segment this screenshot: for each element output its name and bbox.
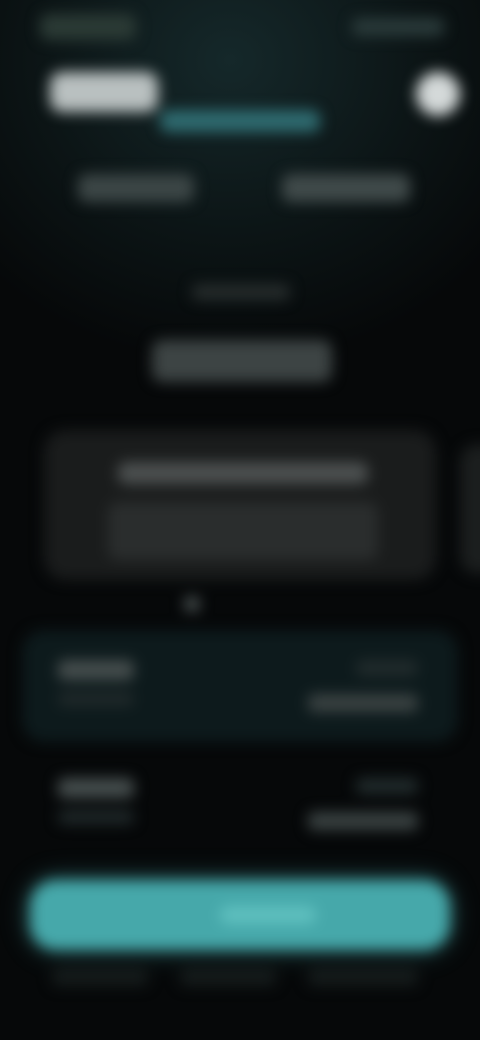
nav-item[interactable] — [180, 968, 276, 986]
nav-item[interactable] — [308, 968, 418, 986]
tab-left[interactable] — [78, 174, 194, 202]
asset-name — [58, 778, 134, 798]
primary-action-label — [220, 906, 316, 924]
asset-row[interactable] — [22, 630, 458, 742]
promo-text — [108, 502, 378, 560]
asset-price — [356, 660, 418, 676]
tab-right[interactable] — [282, 174, 410, 202]
asset-amount — [308, 694, 418, 712]
asset-price — [356, 778, 418, 794]
promo-card[interactable] — [44, 430, 436, 580]
app-screen — [0, 0, 480, 1040]
balance-label — [192, 284, 290, 300]
balance-value — [152, 340, 332, 382]
bottom-nav — [0, 962, 480, 1002]
account-selector[interactable] — [160, 110, 320, 132]
primary-action-button[interactable] — [30, 880, 450, 950]
asset-row[interactable] — [22, 748, 458, 860]
status-icons — [352, 18, 444, 36]
blurred-content — [0, 0, 480, 1040]
asset-name — [58, 660, 134, 680]
nav-item[interactable] — [52, 968, 148, 986]
promo-title — [118, 462, 368, 484]
mode-switch-button[interactable] — [50, 72, 158, 112]
carousel-dot — [184, 596, 200, 612]
asset-subtitle — [58, 692, 134, 706]
asset-amount — [308, 812, 418, 830]
next-promo-card[interactable] — [460, 444, 480, 574]
status-time — [40, 14, 136, 40]
asset-subtitle — [58, 810, 134, 824]
profile-icon[interactable] — [416, 72, 460, 116]
